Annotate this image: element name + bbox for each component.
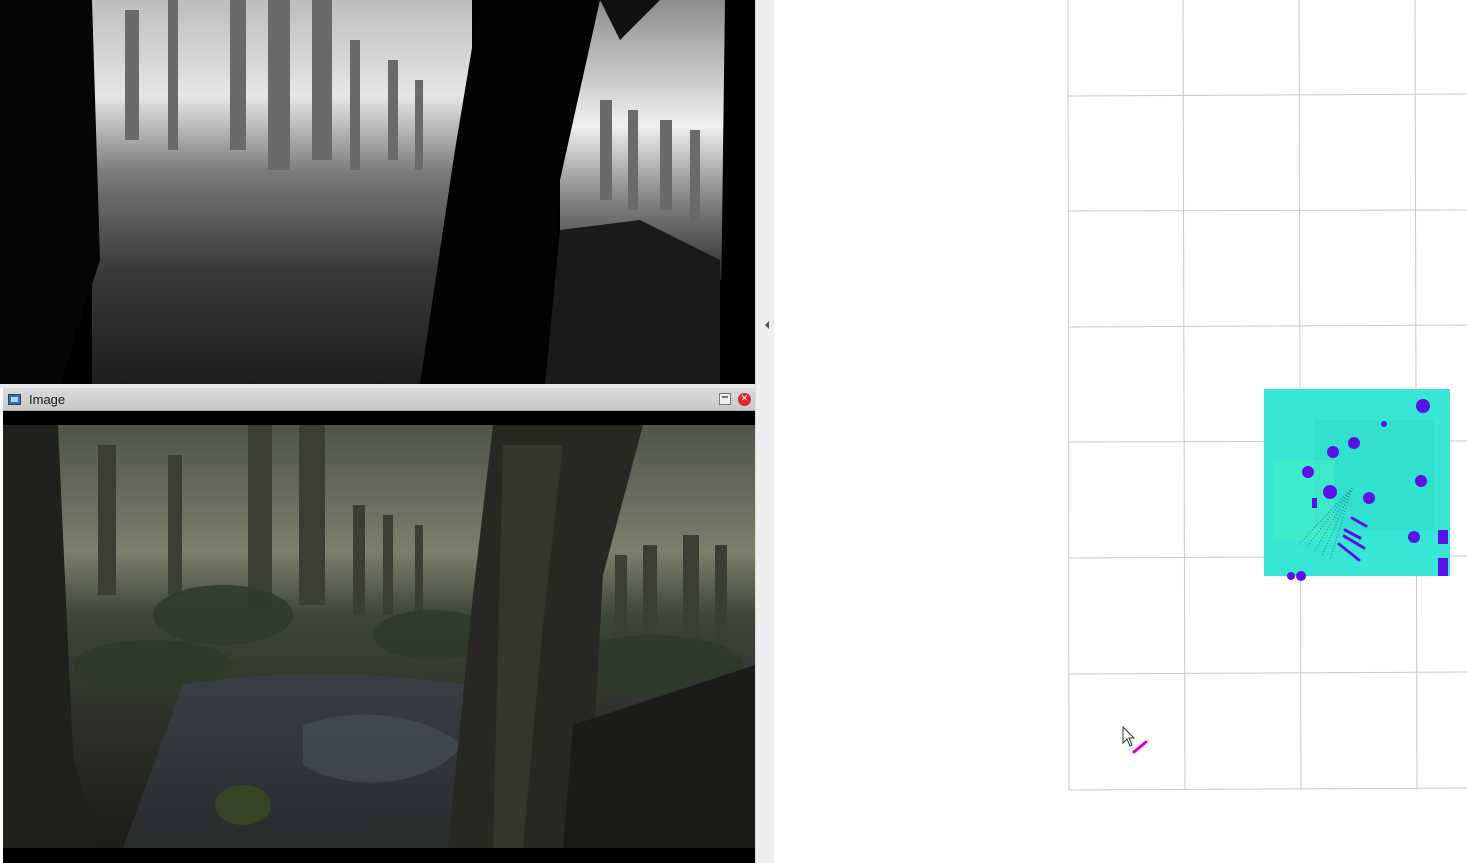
image-top-border: [3, 411, 755, 425]
grid-view[interactable]: [774, 0, 1467, 863]
chevron-left-icon[interactable]: [765, 321, 769, 329]
depth-image-panel: [0, 0, 755, 384]
close-icon[interactable]: ✕: [738, 392, 751, 406]
image-viewer-icon: [8, 393, 21, 405]
3d-viewport[interactable]: [774, 0, 1467, 863]
image-window: Image ✕: [3, 388, 755, 863]
forest-camera-image: [3, 425, 755, 848]
window-title: Image: [29, 391, 66, 407]
mouse-pointer-icon: [1122, 725, 1136, 747]
costmap: [1264, 389, 1450, 581]
panel-splitter[interactable]: [755, 0, 774, 863]
depth-image: [0, 0, 755, 384]
robot-marker: [1132, 740, 1148, 754]
camera-image: [3, 425, 755, 848]
maximize-icon[interactable]: [719, 393, 731, 405]
image-window-titlebar[interactable]: Image ✕: [3, 388, 755, 411]
desktop: Image ✕: [0, 0, 1467, 863]
